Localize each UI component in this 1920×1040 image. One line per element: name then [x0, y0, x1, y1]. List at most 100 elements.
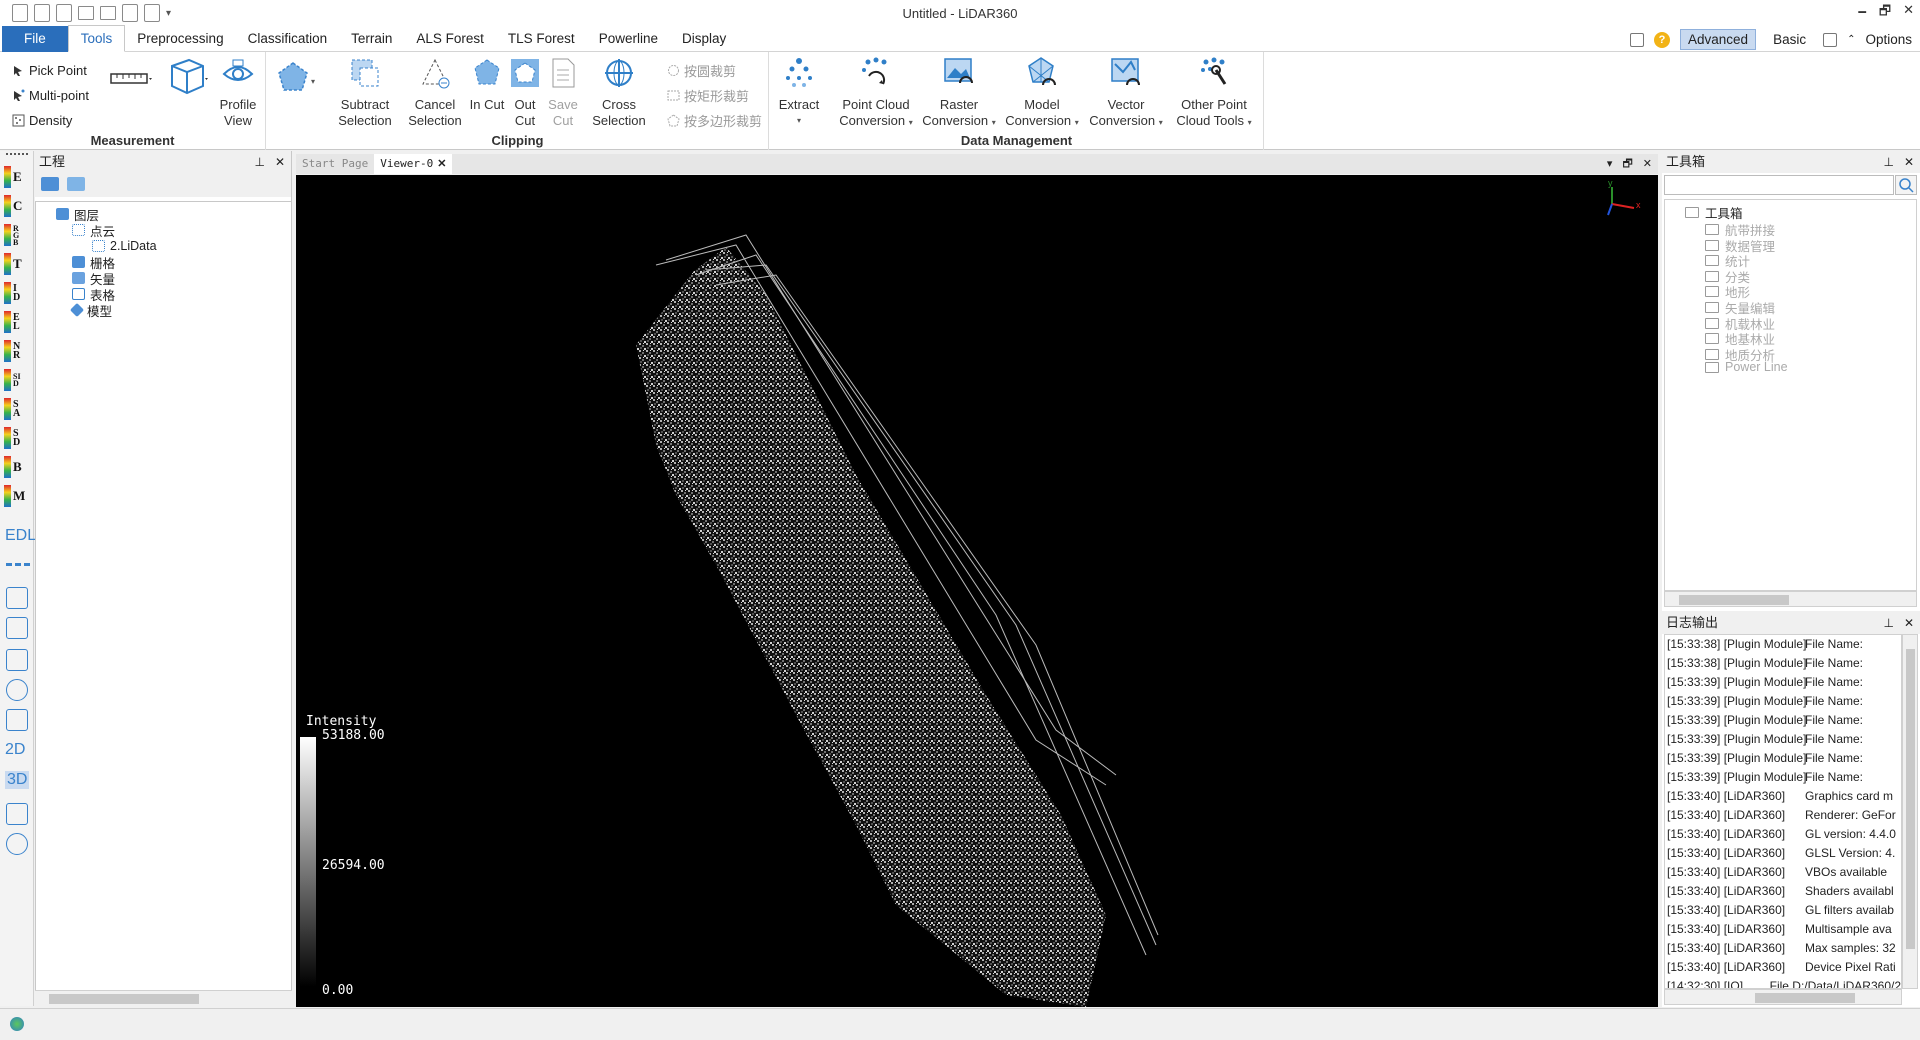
tree-node-model[interactable]: 模型: [69, 301, 112, 319]
color-mode-sa-button[interactable]: SA: [4, 397, 30, 421]
tab-tls-forest[interactable]: TLS Forest: [496, 26, 587, 52]
raster-conversion-button[interactable]: Raster Conversion ▾: [922, 56, 996, 131]
add-viewer-icon[interactable]: [6, 803, 28, 825]
log-horizontal-scrollbar[interactable]: [1664, 989, 1902, 1005]
tab-file[interactable]: File: [2, 26, 68, 52]
multi-point-button[interactable]: Multi-point: [12, 85, 89, 105]
tab-start-page[interactable]: Start Page: [296, 154, 374, 174]
vector-conversion-caret-icon[interactable]: ▾: [1159, 118, 1163, 127]
document-icon[interactable]: [56, 4, 72, 22]
point-cloud-viewer[interactable]: y x Intensity 53188.00 26594.00 0.00: [296, 175, 1658, 1007]
close-icon[interactable]: ✕: [1904, 612, 1914, 634]
extract-caret-icon[interactable]: ▾: [774, 113, 824, 129]
polygon-selection-caret-icon[interactable]: ▾: [311, 74, 315, 90]
tab-als-forest[interactable]: ALS Forest: [404, 26, 496, 52]
scroll-thumb[interactable]: [1755, 993, 1855, 1003]
new-file-icon[interactable]: [12, 4, 28, 22]
edl-button[interactable]: EDL: [5, 527, 36, 545]
tab-powerline[interactable]: Powerline: [587, 26, 670, 52]
minimize-button[interactable]: 🗕: [1858, 2, 1867, 24]
color-mode-sd-button[interactable]: SD: [4, 426, 30, 450]
project-horizontal-scrollbar[interactable]: [35, 990, 292, 1006]
color-mode-nr-button[interactable]: NR: [4, 339, 30, 363]
scroll-thumb[interactable]: [49, 994, 199, 1004]
clip-box-icon[interactable]: [6, 617, 28, 639]
out-cut-button[interactable]: Out Cut: [507, 56, 543, 129]
basic-mode-button[interactable]: Basic: [1766, 30, 1813, 49]
color-mode-sid-button[interactable]: SID: [4, 368, 30, 392]
other-point-cloud-tools-button[interactable]: Other Point Cloud Tools ▾: [1172, 56, 1256, 131]
close-icon[interactable]: ✕: [275, 151, 285, 173]
color-mode-id-button[interactable]: ID: [4, 281, 30, 305]
layout-icon[interactable]: [1630, 32, 1645, 47]
delete-icon[interactable]: [34, 4, 50, 22]
color-mode-t-button[interactable]: T: [4, 252, 30, 276]
toolbox-item[interactable]: Power Line: [1705, 360, 1788, 374]
export-icon[interactable]: [144, 4, 160, 22]
model-conversion-caret-icon[interactable]: ▾: [1075, 118, 1079, 127]
help-icon[interactable]: ?: [1654, 31, 1671, 48]
pin-icon[interactable]: ⊥: [254, 151, 264, 173]
tab-list-icon[interactable]: ▾: [1607, 154, 1613, 174]
point-cloud-conversion-button[interactable]: Point Cloud Conversion ▾: [836, 56, 916, 131]
log-vertical-scrollbar[interactable]: [1902, 634, 1918, 989]
subtract-selection-button[interactable]: Subtract Selection: [333, 56, 397, 129]
color-mode-rgb-button[interactable]: RGB: [4, 223, 30, 247]
measure-volume-button[interactable]: [166, 56, 210, 100]
density-button[interactable]: Density: [12, 110, 72, 130]
close-icon[interactable]: ✕: [1904, 151, 1914, 173]
pick-center-icon[interactable]: [6, 709, 28, 731]
vector-conversion-button[interactable]: Vector Conversion ▾: [1088, 56, 1164, 131]
cross-selection-button[interactable]: Cross Selection: [587, 56, 651, 129]
rotate-view-icon[interactable]: [6, 679, 28, 701]
folder-icon[interactable]: [100, 6, 116, 20]
multi-layer-icon[interactable]: [67, 177, 85, 191]
pin-icon[interactable]: ⊥: [1883, 612, 1893, 634]
tab-classification[interactable]: Classification: [236, 26, 340, 52]
ruler-button[interactable]: [108, 70, 154, 90]
color-mode-m-button[interactable]: M: [4, 484, 30, 508]
search-icon[interactable]: [1895, 175, 1917, 195]
toolbox-search-input[interactable]: [1664, 175, 1894, 195]
clip-by-rectangle-button[interactable]: 按矩形裁剪: [667, 85, 749, 105]
close-tab-icon[interactable]: ✕: [437, 158, 446, 170]
customize-toolbar-icon[interactable]: ▾: [166, 8, 171, 19]
clip-by-polygon-button[interactable]: 按多边形裁剪: [667, 110, 762, 130]
open-folder-icon[interactable]: [78, 6, 94, 20]
tab-preprocessing[interactable]: Preprocessing: [125, 26, 235, 52]
polygon-selection-button[interactable]: ▾: [271, 60, 315, 101]
other-point-cloud-tools-caret-icon[interactable]: ▾: [1248, 118, 1252, 127]
tab-viewer-0[interactable]: Viewer-0 ✕: [374, 154, 453, 174]
pin-icon[interactable]: ⊥: [1883, 151, 1893, 173]
bounding-box-icon[interactable]: [6, 587, 28, 609]
camera-icon[interactable]: [6, 833, 28, 855]
extract-button[interactable]: Extract ▾: [774, 56, 824, 129]
close-button[interactable]: ✕: [1903, 2, 1914, 24]
tab-display[interactable]: Display: [670, 26, 738, 52]
color-mode-b-button[interactable]: B: [4, 455, 30, 479]
collapse-ribbon-icon[interactable]: ⌃: [1847, 34, 1855, 45]
save-icon[interactable]: [122, 4, 138, 22]
options-menu[interactable]: Options: [1865, 32, 1912, 47]
color-mode-c-button[interactable]: C: [4, 194, 30, 218]
clip-by-circle-button[interactable]: 按圆裁剪: [667, 60, 736, 80]
cancel-selection-button[interactable]: Cancel Selection: [403, 56, 467, 129]
model-conversion-button[interactable]: Model Conversion ▾: [1004, 56, 1080, 131]
pick-point-button[interactable]: Pick Point: [12, 60, 87, 80]
save-cut-button[interactable]: Save Cut: [545, 56, 581, 129]
toolbox-horizontal-scrollbar[interactable]: [1664, 591, 1917, 607]
scroll-thumb[interactable]: [1679, 595, 1789, 605]
profile-view-button[interactable]: Profile View: [216, 56, 260, 129]
fullscreen-icon[interactable]: [1823, 32, 1838, 47]
view-2d-button[interactable]: 2D: [5, 741, 25, 759]
advanced-mode-button[interactable]: Advanced: [1680, 29, 1757, 50]
restore-button[interactable]: 🗗: [1879, 2, 1891, 24]
scroll-thumb[interactable]: [1906, 649, 1915, 949]
zoom-extent-icon[interactable]: [6, 649, 28, 671]
close-viewer-icon[interactable]: ✕: [1643, 154, 1652, 174]
layers-icon[interactable]: [41, 177, 59, 191]
point-cloud-conversion-caret-icon[interactable]: ▾: [909, 118, 913, 127]
raster-conversion-caret-icon[interactable]: ▾: [992, 118, 996, 127]
view-3d-button[interactable]: 3D: [5, 771, 30, 789]
in-cut-button[interactable]: In Cut: [469, 56, 505, 113]
